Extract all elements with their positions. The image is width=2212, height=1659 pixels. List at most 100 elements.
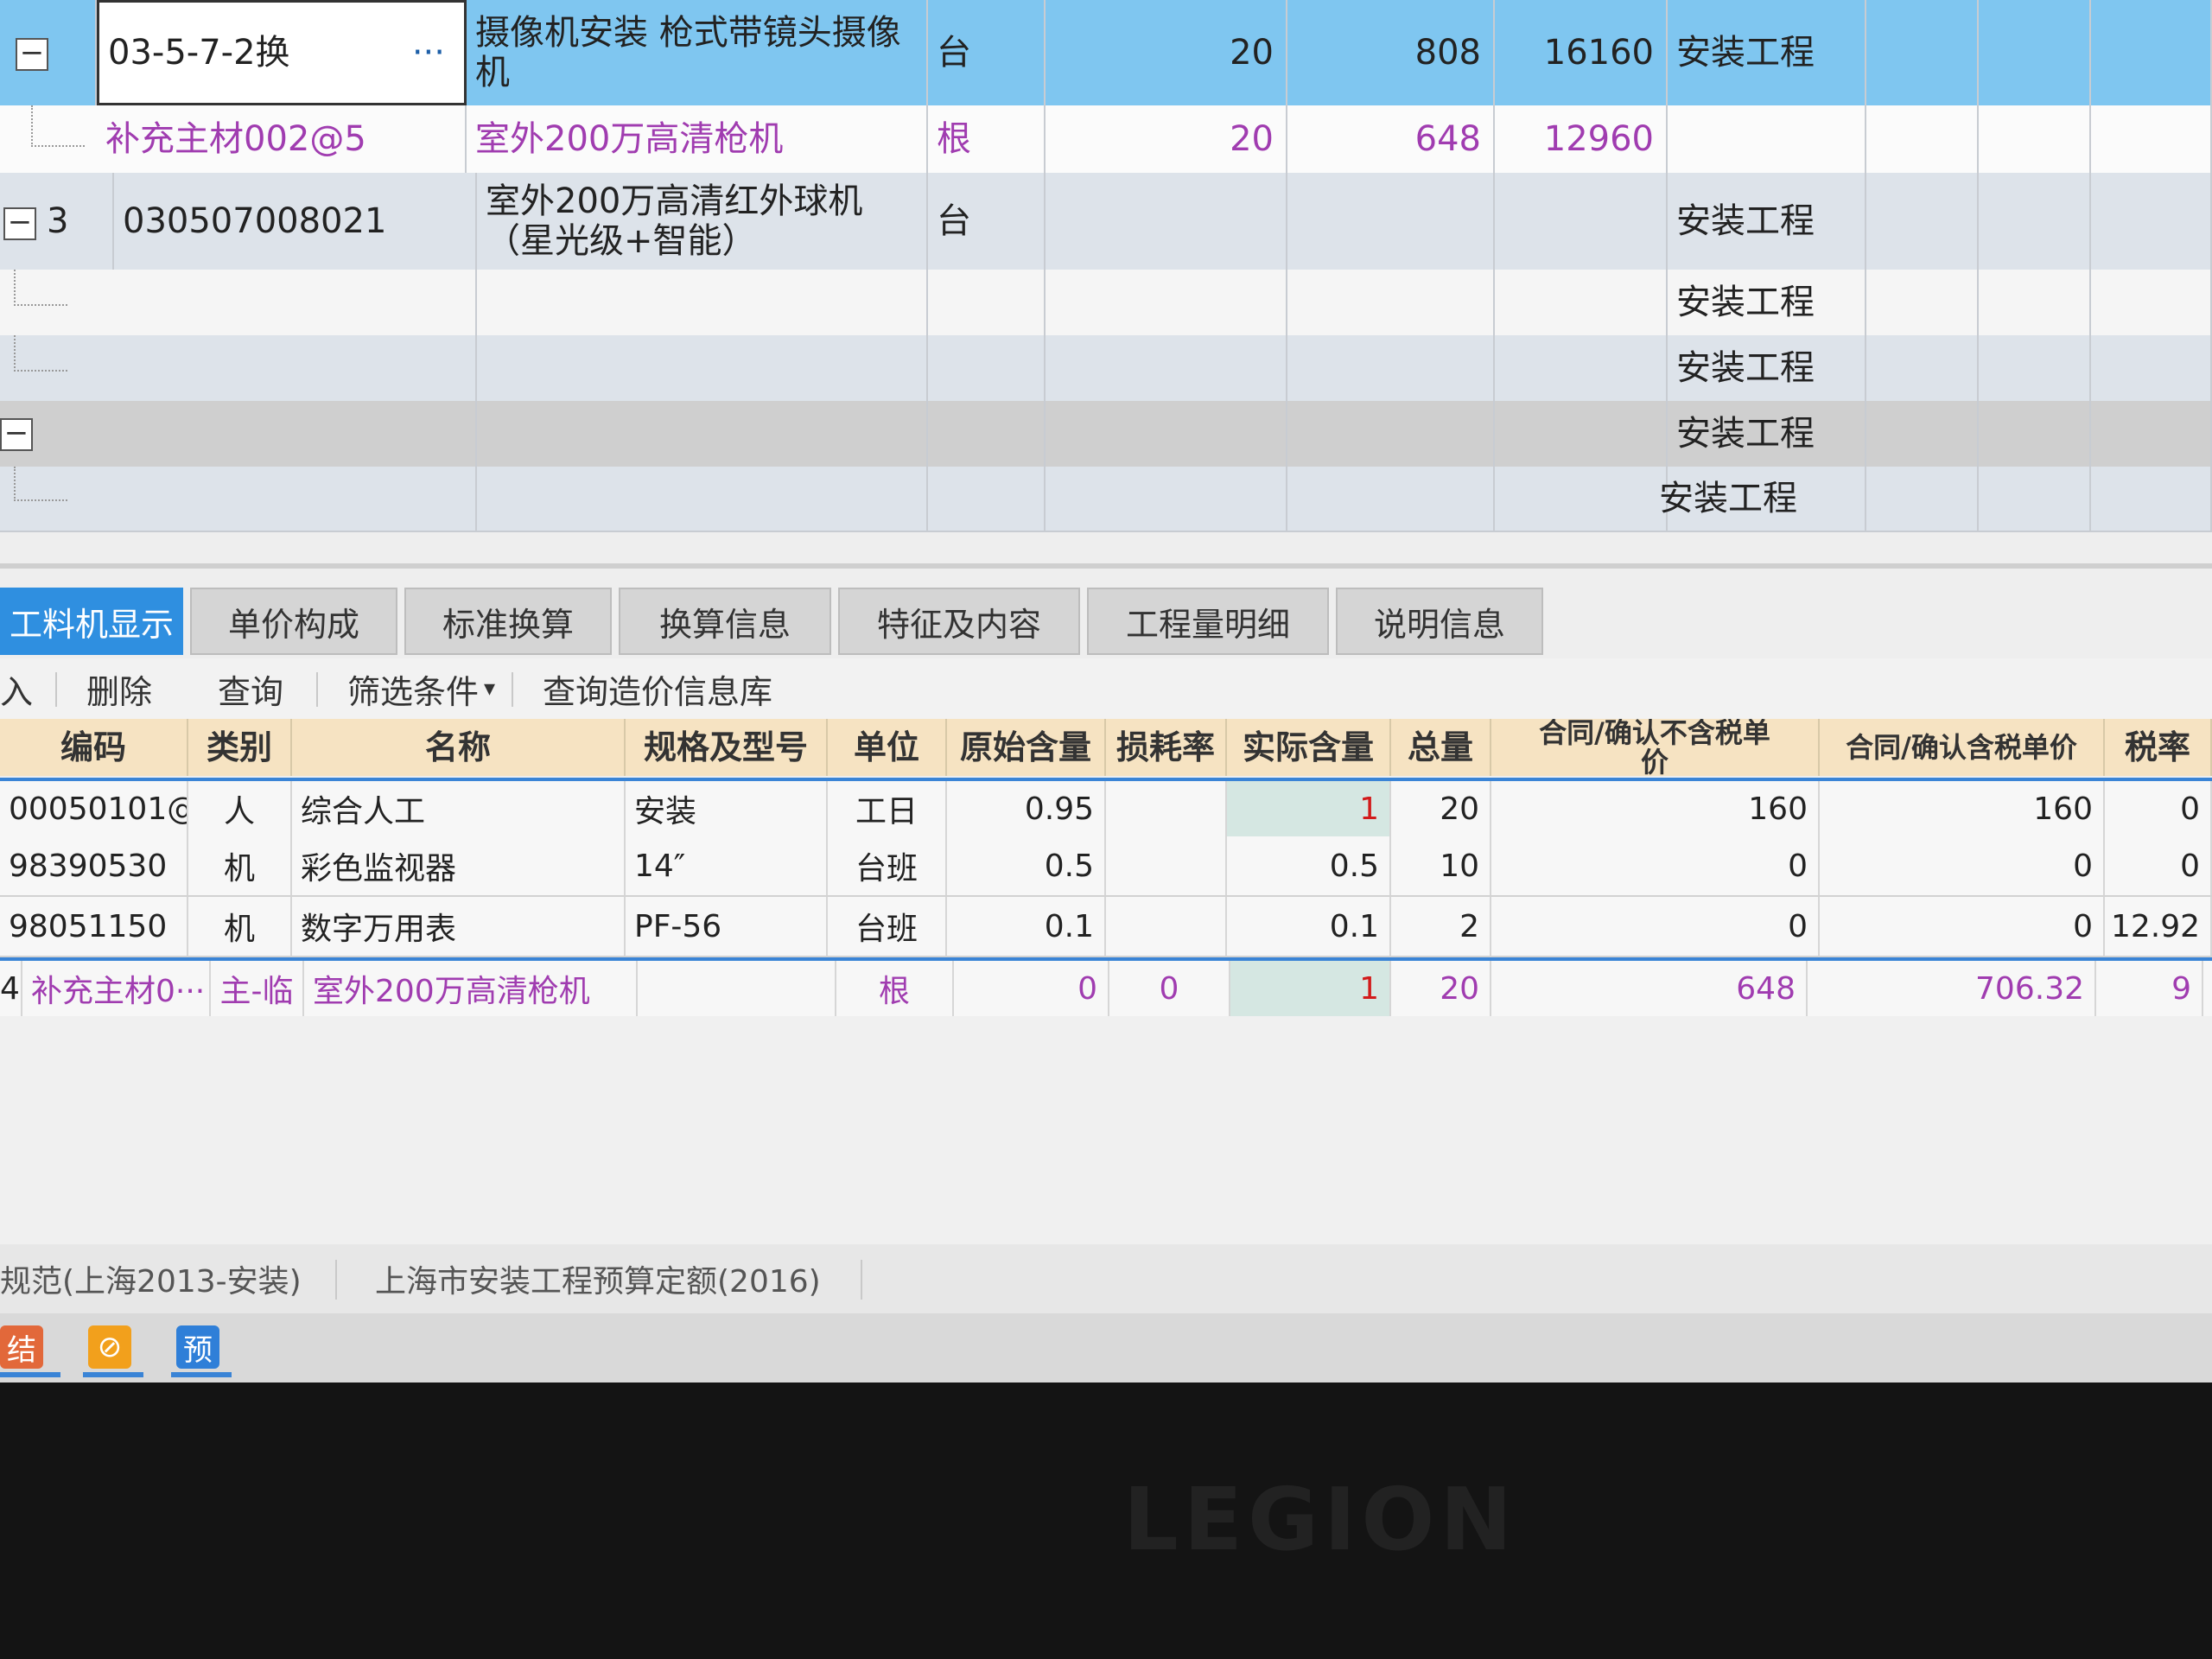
delete-button[interactable]: 删除 [86,658,152,719]
gld-icon[interactable]: 结 [0,1325,43,1369]
code-cell[interactable] [114,270,477,335]
price-excl-cell[interactable]: 0 [1491,897,1820,956]
col-header-spec[interactable]: 规格及型号 [626,719,828,776]
query-button[interactable]: 查询 [218,658,283,719]
name-cell[interactable]: 室外200万高清红外球机（星光级+智能） [477,173,928,270]
qty-cell[interactable]: 20 [1046,105,1287,173]
table-row[interactable]: 98390530 机 彩色监视器 14″ 台班 0.5 0.5 10 0 0 0 [0,836,2212,897]
tax-rate-cell[interactable]: 9 [2096,961,2203,1016]
tab-labor-material-machine[interactable]: 工料机显示 [0,588,183,655]
unit-cell[interactable]: 根 [836,961,954,1016]
table-row[interactable]: 00050101@1 人 综合人工 安装 工日 0.95 1 20 160 16… [0,778,2212,840]
name-cell[interactable] [477,467,928,531]
table-row[interactable]: 4 补充主材0··· 主-临 室外200万高清枪机 根 0 0 1 20 648… [0,957,2212,1018]
category-cell[interactable]: 安装工程 [1668,0,1866,105]
loss-rate-cell[interactable] [1106,836,1227,895]
unit-cell[interactable] [928,401,1046,467]
qty-cell[interactable]: 20 [1046,0,1287,105]
price-cell[interactable] [1287,467,1495,531]
price-cell[interactable] [1287,401,1495,467]
category-cell[interactable]: 安装工程 [1668,270,1866,335]
code-cell[interactable] [114,335,477,401]
collapse-icon[interactable]: − [0,418,33,451]
status-quota-library[interactable]: 上海市安装工程预算定额(2016) [375,1244,821,1313]
price-cell[interactable]: 648 [1287,105,1495,173]
category-cell[interactable]: 安装工程 [1668,401,1866,467]
qty-cell[interactable] [1046,335,1287,401]
col-header-actual-qty[interactable]: 实际含量 [1227,719,1391,776]
name-cell[interactable] [477,270,928,335]
spec-cell[interactable] [638,961,836,1016]
price-incl-cell[interactable]: 0 [1820,897,2105,956]
unit-cell[interactable]: 根 [928,105,1046,173]
col-header-price-incl-tax[interactable]: 合同/确认含税单价 [1820,719,2105,776]
col-header-unit[interactable]: 单位 [828,719,947,776]
unit-cell[interactable]: 台 [928,173,1046,270]
code-cell[interactable]: 补充主材002@5 [97,105,467,173]
total-cell[interactable]: 20 [1391,781,1491,836]
price-excl-cell[interactable]: 648 [1491,961,1808,1016]
table-row[interactable]: − 安装工程 [0,401,2212,468]
code-cell[interactable]: 03-5-7-2换 ··· [97,0,467,105]
budget-icon[interactable]: 预 [176,1325,219,1369]
col-header-orig-qty[interactable]: 原始含量 [947,719,1106,776]
orig-qty-cell[interactable]: 0 [954,961,1109,1016]
orig-qty-cell[interactable]: 0.95 [947,781,1106,836]
unit-cell[interactable]: 台 [928,0,1046,105]
status-spec-standard[interactable]: 规范(上海2013-安装) [0,1244,302,1313]
name-cell[interactable] [477,335,928,401]
col-header-name[interactable]: 名称 [292,719,626,776]
pane-splitter[interactable] [0,563,2212,569]
table-row[interactable]: − 3 030507008021 室外200万高清红外球机（星光级+智能） 台 … [0,173,2212,271]
qty-cell[interactable] [1046,467,1287,531]
name-cell[interactable]: 综合人工 [292,781,626,836]
tab-standard-conversion[interactable]: 标准换算 [404,588,612,655]
name-cell[interactable]: 数字万用表 [292,897,626,956]
table-row[interactable]: − 03-5-7-2换 ··· 摄像机安装 枪式带镜头摄像机 台 20 808 … [0,0,2212,107]
name-cell[interactable] [477,401,928,467]
code-cell[interactable] [114,401,477,467]
actual-qty-cell[interactable]: 0.5 [1227,836,1391,895]
total-cell[interactable]: 20 [1391,961,1491,1016]
unit-cell[interactable]: 台班 [828,836,947,895]
unit-cell[interactable] [928,335,1046,401]
unit-cell[interactable] [928,270,1046,335]
price-incl-cell[interactable]: 0 [1820,836,2105,895]
total-cell[interactable] [1495,270,1668,335]
col-header-loss-rate[interactable]: 损耗率 [1106,719,1227,776]
total-cell[interactable] [1495,335,1668,401]
code-cell[interactable]: 030507008021 [114,173,477,270]
unit-cell[interactable]: 工日 [828,781,947,836]
loss-rate-cell[interactable] [1106,781,1227,836]
tab-features-content[interactable]: 特征及内容 [838,588,1080,655]
category-cell[interactable]: 安装工程 [1668,335,1866,401]
col-header-total[interactable]: 总量 [1391,719,1491,776]
table-row[interactable]: 98051150 机 数字万用表 PF-56 台班 0.1 0.1 2 0 0 … [0,897,2212,957]
query-price-db-button[interactable]: 查询造价信息库 [543,658,772,719]
tax-rate-cell[interactable]: 0 [2105,781,2212,836]
qty-cell[interactable] [1046,401,1287,467]
actual-qty-cell[interactable]: 1 [1227,781,1391,836]
total-cell[interactable]: 12960 [1495,105,1668,173]
col-header-tax-rate[interactable]: 税率 [2105,719,2212,776]
unit-cell[interactable] [928,467,1046,531]
table-row[interactable]: 安装工程 [0,467,2212,532]
qty-cell[interactable] [1046,173,1287,270]
actual-qty-cell[interactable]: 0.1 [1227,897,1391,956]
price-cell[interactable] [1287,173,1495,270]
total-cell[interactable] [1495,401,1668,467]
price-excl-cell[interactable]: 0 [1491,836,1820,895]
collapse-icon[interactable]: − [16,38,48,71]
col-header-code[interactable]: 编码 [0,719,188,776]
type-cell[interactable]: 人 [188,781,292,836]
col-header-price-excl-tax[interactable]: 合同/确认不含税单价 [1491,719,1820,776]
table-row[interactable]: 安装工程 [0,335,2212,403]
type-cell[interactable]: 主-临 [211,961,304,1016]
total-cell[interactable]: 10 [1391,836,1491,895]
category-cell[interactable] [1668,105,1866,173]
orig-qty-cell[interactable]: 0.1 [947,897,1106,956]
orig-qty-cell[interactable]: 0.5 [947,836,1106,895]
qty-cell[interactable] [1046,270,1287,335]
category-cell[interactable]: 安装工程 [1668,173,1866,270]
price-cell[interactable]: 808 [1287,0,1495,105]
